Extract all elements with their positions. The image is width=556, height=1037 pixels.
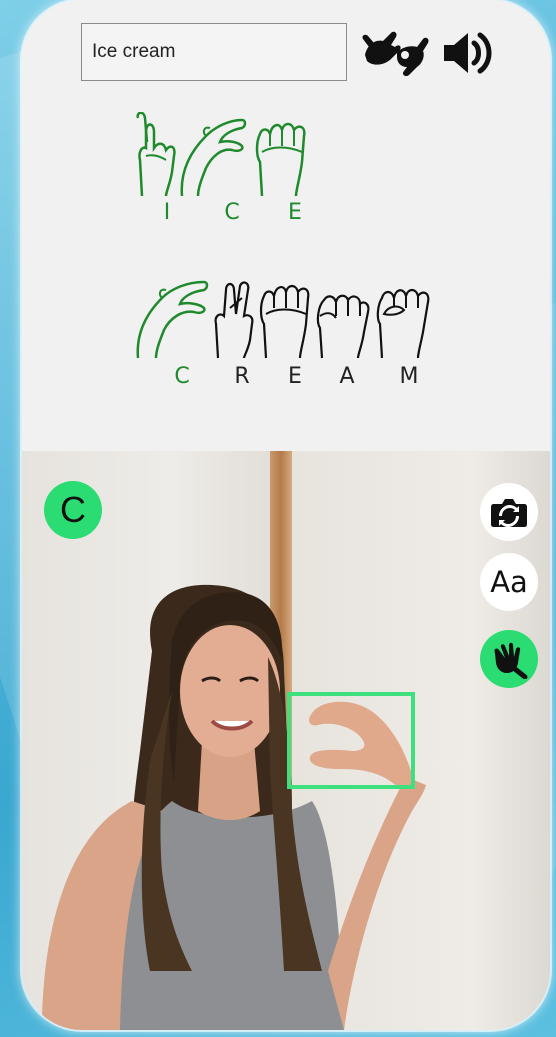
- sign-language-icon[interactable]: [360, 25, 432, 79]
- sign-letter: E: [288, 364, 302, 389]
- hand-sign-c-icon: [136, 280, 209, 359]
- phone-screen: I C E: [22, 0, 550, 1030]
- hand-sign-c-icon: [180, 118, 247, 197]
- sign-word-ice: I C E: [132, 112, 332, 232]
- hand-sign-r-icon: [214, 281, 254, 359]
- camera-flip-icon: [491, 499, 527, 527]
- translation-panel: I C E: [22, 0, 550, 451]
- sign-letter: C: [174, 364, 190, 389]
- sign-letter: C: [224, 200, 240, 225]
- sign-letter: I: [163, 200, 171, 225]
- text-input[interactable]: [81, 23, 347, 81]
- sign-letter: M: [399, 364, 419, 389]
- sign-letter: E: [288, 200, 302, 225]
- person-image: [42, 584, 426, 1030]
- hand-sign-i-icon: [136, 112, 176, 197]
- camera-preview[interactable]: C Aa: [22, 451, 550, 1030]
- sign-letter: R: [234, 364, 250, 389]
- detected-letter-badge: C: [44, 481, 102, 539]
- hand-sign-a-icon: [316, 294, 370, 359]
- hand-detection-box: [287, 692, 415, 789]
- hand-sign-icon: [494, 642, 528, 679]
- sign-letter: A: [339, 364, 355, 389]
- camera-flip-button[interactable]: [480, 483, 538, 541]
- speaker-volume-icon[interactable]: [440, 28, 500, 78]
- hand-sign-e-icon: [259, 284, 310, 359]
- text-mode-button[interactable]: Aa: [480, 553, 538, 611]
- hand-sign-m-icon: [376, 288, 430, 359]
- hand-sign-e-icon: [255, 122, 306, 197]
- sign-mode-button[interactable]: [480, 630, 538, 688]
- sign-word-cream: C R E A M: [132, 274, 442, 394]
